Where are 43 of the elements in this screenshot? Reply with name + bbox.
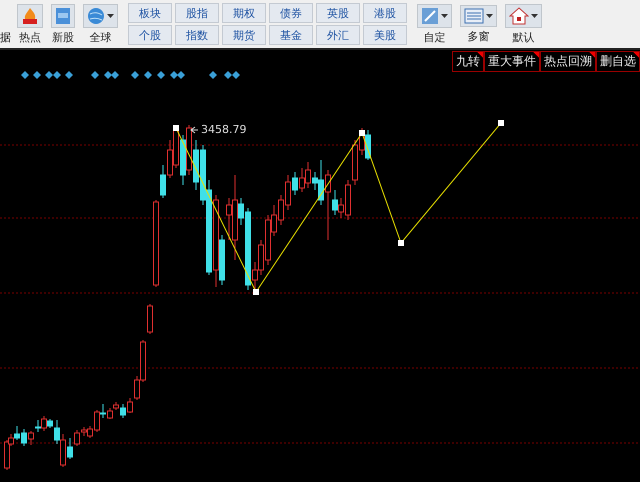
market-button[interactable]: 港股 bbox=[363, 3, 407, 23]
chart-tag[interactable]: 九转 bbox=[452, 51, 484, 72]
window-icon bbox=[464, 8, 484, 24]
diamond-marker bbox=[21, 71, 29, 79]
market-button[interactable]: 个股 bbox=[128, 25, 172, 45]
fire-icon bbox=[21, 6, 39, 24]
vertex-marker bbox=[253, 289, 259, 295]
caret-icon bbox=[441, 14, 448, 18]
diamond-marker bbox=[157, 71, 165, 79]
market-button[interactable]: 期货 bbox=[222, 25, 266, 45]
market-button[interactable]: 外汇 bbox=[316, 25, 360, 45]
market-button[interactable]: 期权 bbox=[222, 3, 266, 23]
vertex-marker bbox=[359, 130, 365, 136]
diamond-marker bbox=[65, 71, 73, 79]
vertex-marker bbox=[498, 120, 504, 126]
caret-icon bbox=[107, 14, 114, 18]
diamond-marker bbox=[131, 71, 139, 79]
home-icon bbox=[509, 6, 529, 24]
arrow-icon bbox=[190, 126, 198, 134]
document-icon bbox=[55, 6, 71, 24]
chart-tag[interactable]: 热点回溯 bbox=[540, 51, 596, 72]
market-button[interactable]: 英股 bbox=[316, 3, 360, 23]
vertex-marker bbox=[173, 125, 179, 131]
chart-tag[interactable]: 删自选 bbox=[596, 51, 640, 72]
chart-tag[interactable]: 重大事件 bbox=[484, 51, 540, 72]
pencil-icon bbox=[421, 6, 439, 24]
market-button[interactable]: 板块 bbox=[128, 3, 172, 23]
market-button[interactable]: 基金 bbox=[269, 25, 313, 45]
vertex-marker bbox=[398, 240, 404, 246]
market-button[interactable]: 债券 bbox=[269, 3, 313, 23]
diamond-marker bbox=[33, 71, 41, 79]
candlestick bbox=[147, 304, 153, 334]
diamond-marker bbox=[209, 71, 217, 79]
globe-icon bbox=[87, 6, 105, 24]
toolbar-label[interactable]: 据 bbox=[0, 30, 11, 44]
price-label: 3458.79 bbox=[201, 123, 246, 136]
market-button[interactable]: 指数 bbox=[175, 25, 219, 45]
diamond-marker bbox=[144, 71, 152, 79]
caret-icon bbox=[531, 14, 538, 18]
diamond-marker bbox=[91, 71, 99, 79]
market-button[interactable]: 股指 bbox=[175, 3, 219, 23]
caret-icon bbox=[486, 14, 493, 18]
market-button[interactable]: 美股 bbox=[363, 25, 407, 45]
